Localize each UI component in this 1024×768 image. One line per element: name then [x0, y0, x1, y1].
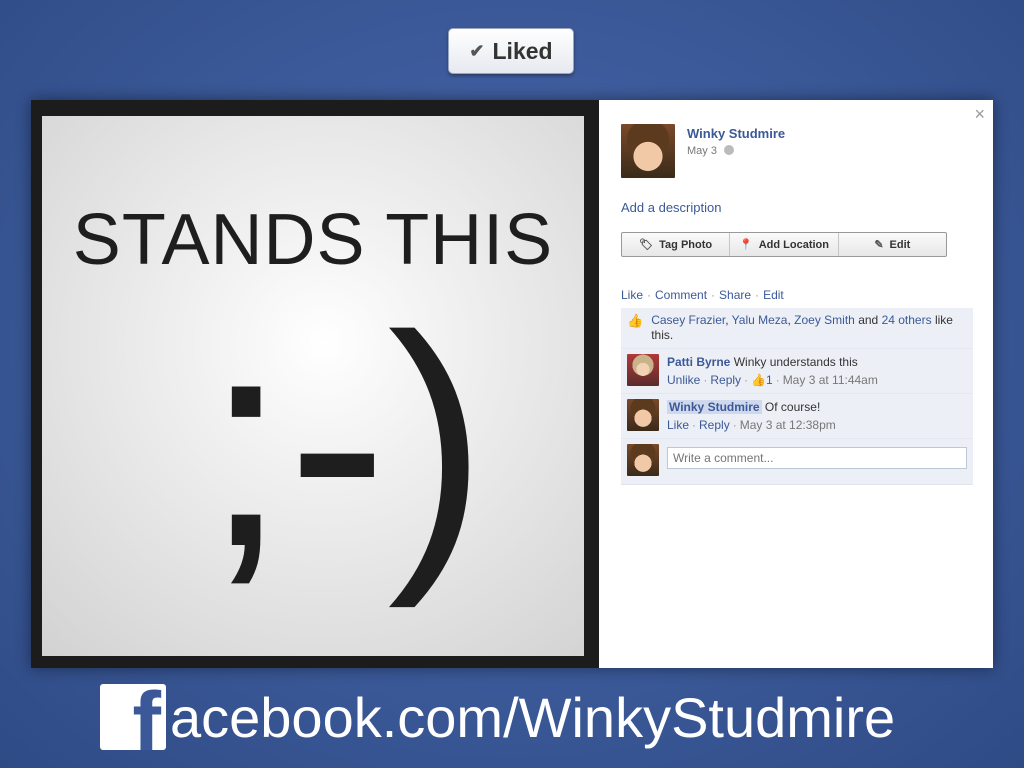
reply-link[interactable]: Reply [699, 418, 730, 432]
comment-like-count[interactable]: 👍1 [751, 373, 773, 387]
ufi-box: 👍 Casey Frazier, Yalu Meza, Zoey Smith a… [621, 308, 973, 485]
edit-link[interactable]: Edit [763, 288, 784, 302]
tag-icon: 🏷 [639, 239, 654, 251]
add-description-link[interactable]: Add a description [621, 200, 721, 215]
comment-timestamp[interactable]: May 3 at 11:44am [783, 373, 878, 387]
reply-link[interactable]: Reply [710, 373, 741, 387]
comment-input[interactable] [667, 447, 967, 469]
post-author-name[interactable]: Winky Studmire [687, 126, 785, 141]
add-location-label: Add Location [758, 238, 829, 251]
separator: · [755, 288, 760, 302]
current-user-avatar [627, 444, 659, 476]
likes-and: and [858, 313, 879, 327]
comment-link[interactable]: Comment [655, 288, 707, 302]
liker-name[interactable]: Yalu Meza [732, 313, 788, 327]
liker-name[interactable]: Casey Frazier [651, 313, 725, 327]
author-avatar[interactable] [621, 124, 675, 178]
liked-button-label: Liked [492, 37, 553, 64]
separator: · [703, 373, 708, 387]
photo-caption-text: STANDS THIS [72, 200, 554, 280]
likes-others-link[interactable]: 24 others [882, 313, 932, 327]
post-header: Winky Studmire May 3 [621, 124, 785, 178]
write-comment-row [621, 438, 973, 484]
close-icon[interactable]: × [974, 104, 985, 125]
commenter-avatar[interactable] [627, 399, 659, 431]
photo-sidebar: × Winky Studmire May 3 Add a description… [599, 100, 993, 668]
comment-timestamp[interactable]: May 3 at 12:38pm [740, 418, 836, 432]
like-link[interactable]: Like [667, 418, 689, 432]
liked-button[interactable]: ✔ Liked [448, 28, 574, 74]
unlike-link[interactable]: Unlike [667, 373, 700, 387]
photo-stage: STANDS THIS ;-) [31, 100, 599, 668]
comment-text: Of course! [764, 400, 821, 414]
edit-button[interactable]: ✎ Edit [837, 233, 946, 256]
share-link[interactable]: Share [719, 288, 751, 302]
checkmark-icon: ✔ [469, 40, 485, 61]
comment-item: Winky Studmire Of course! Like · Reply · May… [621, 393, 973, 438]
post-actions: Like · Comment · Share · Edit [621, 288, 784, 302]
like-link[interactable]: Like [621, 288, 643, 302]
globe-icon[interactable] [724, 145, 735, 155]
likes-text: Casey Frazier, Yalu Meza, Zoey Smith and… [651, 313, 953, 342]
separator: · [692, 418, 697, 432]
post-date-text[interactable]: May 3 [687, 145, 717, 157]
tag-photo-button[interactable]: 🏷 Tag Photo [622, 233, 729, 256]
footer-url: acebook.com/WinkyStudmire [170, 686, 896, 749]
post-date: May 3 [687, 145, 785, 157]
photo-image[interactable]: STANDS THIS ;-) [42, 116, 584, 656]
location-pin-icon: 📍 [739, 239, 753, 251]
comment-author[interactable]: Patti Byrne [667, 355, 730, 369]
facebook-logo-icon: f [100, 684, 166, 750]
photo-action-bar: 🏷 Tag Photo 📍 Add Location ✎ Edit [621, 232, 947, 257]
commenter-avatar[interactable] [627, 354, 659, 386]
tag-photo-label: Tag Photo [659, 238, 713, 251]
comment-text: Winky understands this [733, 355, 858, 369]
pencil-icon: ✎ [874, 239, 884, 251]
separator: · [711, 288, 716, 302]
separator: · [775, 373, 780, 387]
photo-emoticon: ;-) [204, 273, 488, 609]
comment-author[interactable]: Winky Studmire [667, 400, 762, 414]
add-location-button[interactable]: 📍 Add Location [729, 233, 837, 256]
comment-item: Patti Byrne Winky understands this Unlik… [621, 348, 973, 393]
thumbs-up-icon: 👍 [627, 313, 644, 328]
edit-label: Edit [889, 238, 911, 251]
separator: · [647, 288, 652, 302]
separator: · [732, 418, 737, 432]
comment-meta: Unlike · Reply · 👍1 · May 3 at 11:44am [667, 372, 878, 388]
separator: · [744, 373, 749, 387]
likes-summary: 👍 Casey Frazier, Yalu Meza, Zoey Smith a… [621, 308, 973, 348]
comment-meta: Like · Reply · May 3 at 12:38pm [667, 417, 836, 433]
thumbs-up-icon: 👍 [751, 373, 766, 387]
liker-name[interactable]: Zoey Smith [794, 313, 855, 327]
photo-viewer: STANDS THIS ;-) × Winky Studmire May 3 A… [31, 100, 993, 668]
footer-banner: f acebook.com/WinkyStudmire [100, 684, 895, 750]
